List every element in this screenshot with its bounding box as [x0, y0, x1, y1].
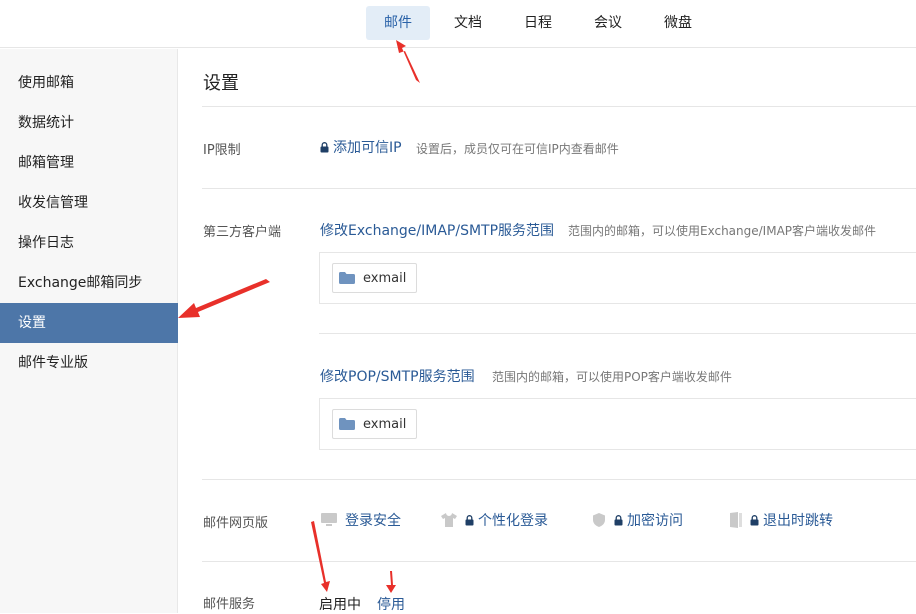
exchange-scope-tag-label: exmail — [363, 270, 407, 286]
web-section-label: 邮件网页版 — [203, 516, 269, 531]
add-trusted-ip-label: 添加可信IP — [333, 140, 402, 156]
lock-icon — [750, 514, 759, 525]
tab-mail[interactable]: 邮件 — [366, 6, 430, 40]
main-content: 设置 IP限制 添加可信IP 设置后，成员仅可在可信IP内查看邮件 第三方客户端… — [179, 49, 916, 613]
custom-login-label: 个性化登录 — [478, 513, 548, 529]
sidebar-item-statistics[interactable]: 数据统计 — [0, 103, 178, 143]
tab-drive[interactable]: 微盘 — [646, 6, 710, 40]
divider — [202, 188, 916, 189]
sidebar-item-operation-log[interactable]: 操作日志 — [0, 223, 178, 263]
monitor-icon — [321, 513, 337, 526]
custom-login-option[interactable]: 个性化登录 — [441, 510, 548, 530]
exchange-scope-box: exmail — [319, 252, 916, 304]
login-security-option[interactable]: 登录安全 — [321, 510, 401, 530]
sidebar-item-use-mailbox[interactable]: 使用邮箱 — [0, 63, 178, 103]
exchange-scope-link[interactable]: 修改Exchange/IMAP/SMTP服务范围 — [320, 220, 554, 240]
divider — [202, 106, 916, 107]
ip-section-label: IP限制 — [203, 143, 241, 158]
disable-service-link[interactable]: 停用 — [377, 594, 405, 614]
shirt-icon — [441, 513, 457, 527]
sidebar-item-settings[interactable]: 设置 — [0, 303, 178, 343]
top-navigation: 邮件 文档 日程 会议 微盘 — [0, 0, 916, 48]
service-status: 启用中 — [319, 597, 361, 613]
sidebar-item-send-receive[interactable]: 收发信管理 — [0, 183, 178, 223]
encrypted-access-option[interactable]: 加密访问 — [592, 510, 683, 530]
tab-schedule[interactable]: 日程 — [506, 6, 570, 40]
page-title: 设置 — [203, 73, 239, 94]
pop-scope-tag[interactable]: exmail — [332, 409, 418, 439]
lock-icon — [465, 514, 474, 525]
add-trusted-ip-link[interactable]: 添加可信IP — [320, 137, 402, 157]
login-security-label: 登录安全 — [345, 513, 401, 529]
shield-icon — [593, 513, 605, 527]
lock-icon — [320, 142, 329, 153]
ip-hint: 设置后，成员仅可在可信IP内查看邮件 — [416, 142, 619, 156]
sidebar-item-exchange-sync[interactable]: Exchange邮箱同步 — [0, 263, 178, 303]
exchange-scope-tag[interactable]: exmail — [332, 263, 418, 293]
pop-hint: 范围内的邮箱，可以使用POP客户端收发邮件 — [492, 370, 732, 384]
sidebar: 使用邮箱 数据统计 邮箱管理 收发信管理 操作日志 Exchange邮箱同步 设… — [0, 49, 178, 613]
divider — [202, 479, 916, 480]
pop-scope-tag-label: exmail — [363, 416, 407, 432]
divider — [202, 561, 916, 562]
sidebar-item-professional[interactable]: 邮件专业版 — [0, 343, 178, 383]
logout-redirect-option[interactable]: 退出时跳转 — [730, 510, 833, 530]
service-section-label: 邮件服务 — [203, 597, 256, 612]
exchange-hint: 范围内的邮箱，可以使用Exchange/IMAP客户端收发邮件 — [568, 224, 877, 238]
door-icon — [730, 512, 742, 528]
tab-meeting[interactable]: 会议 — [576, 6, 640, 40]
folder-icon — [339, 418, 355, 430]
lock-icon — [614, 514, 623, 525]
pop-scope-box: exmail — [319, 398, 916, 450]
client-section-label: 第三方客户端 — [203, 225, 282, 240]
sidebar-item-mailbox-management[interactable]: 邮箱管理 — [0, 143, 178, 183]
encrypted-access-label: 加密访问 — [627, 513, 683, 529]
pop-scope-link[interactable]: 修改POP/SMTP服务范围 — [320, 366, 475, 386]
folder-icon — [339, 272, 355, 284]
tab-docs[interactable]: 文档 — [436, 6, 500, 40]
logout-redirect-label: 退出时跳转 — [763, 513, 833, 529]
divider — [319, 333, 916, 334]
